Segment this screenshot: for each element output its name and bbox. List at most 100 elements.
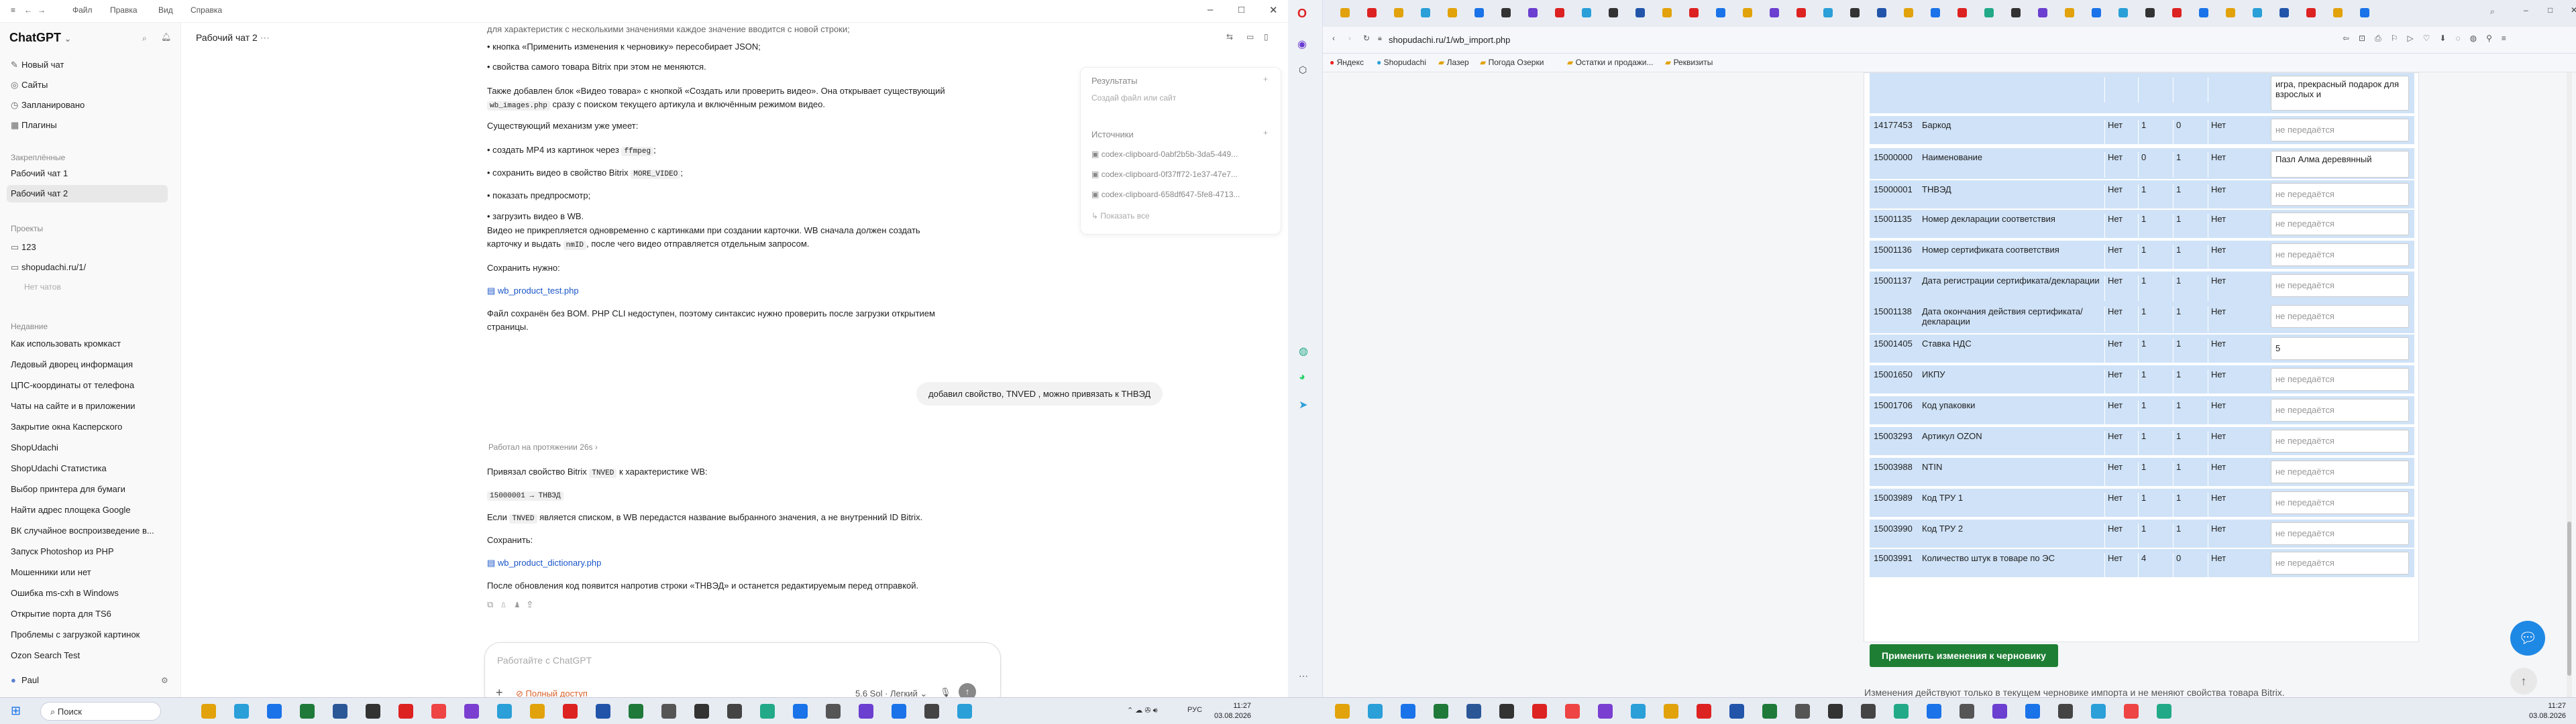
chat-widget-icon[interactable]: 💬︎ <box>2510 621 2545 656</box>
recent-chat-item[interactable]: Как использовать кромкаст <box>7 335 168 353</box>
browser-tab[interactable] <box>1716 8 1725 17</box>
browser-tab[interactable] <box>2145 8 2155 17</box>
taskbar-app-icon[interactable] <box>464 704 479 719</box>
minimize-icon[interactable]: – <box>1208 4 1213 15</box>
copy-icon[interactable]: ⧉ <box>487 599 500 609</box>
share-icon[interactable]: ⇪ <box>527 599 539 609</box>
taskbar-app-icon[interactable] <box>1927 704 1941 719</box>
browser-tab[interactable] <box>2226 8 2235 17</box>
taskbar-app-icon[interactable] <box>1335 704 1350 719</box>
browser-tab[interactable] <box>2092 8 2101 17</box>
forward-icon[interactable]: › <box>1348 34 1351 43</box>
layout-icon[interactable]: ⇆ <box>1226 32 1233 42</box>
scroll-top-icon[interactable]: ↑ <box>2510 668 2537 695</box>
browser-tab[interactable] <box>2011 8 2021 17</box>
taskbar-app-icon[interactable] <box>1992 704 2007 719</box>
mic-icon[interactable]: 🎙︎ <box>940 687 951 698</box>
menu-icon[interactable]: ≡ <box>11 5 15 15</box>
recent-chat-item[interactable]: Мошенники или нет <box>7 564 168 581</box>
taskbar-app-icon[interactable] <box>234 704 249 719</box>
taskbar-app-icon[interactable] <box>563 704 578 719</box>
scrollbar[interactable] <box>2567 72 2572 697</box>
value-field[interactable]: не передаётся <box>2271 522 2409 545</box>
value-field[interactable]: не передаётся <box>2271 368 2409 391</box>
taskbar-app-icon[interactable] <box>1861 704 1876 719</box>
whatsapp-icon[interactable]: ◕ <box>1299 371 1305 383</box>
taskbar-app-icon[interactable] <box>366 704 380 719</box>
taskbar-app-icon[interactable] <box>2157 704 2171 719</box>
taskbar-app-icon[interactable] <box>892 704 906 719</box>
clock[interactable]: 11:27 03.08.2026 <box>2529 701 2566 721</box>
browser-tab[interactable] <box>1957 8 1967 17</box>
browser-tab[interactable] <box>2118 8 2128 17</box>
taskbar-app-icon[interactable] <box>1631 704 1646 719</box>
sidebar-item-scheduled[interactable]: ◷ Запланировано <box>7 97 168 114</box>
browser-tab[interactable] <box>1796 8 1806 17</box>
value-field[interactable]: не передаётся <box>2271 552 2409 575</box>
minimize-icon[interactable]: – <box>2524 5 2528 15</box>
taskbar-app-icon[interactable] <box>1466 704 1481 719</box>
value-field[interactable]: не передаётся <box>2271 461 2409 483</box>
sidebar-item-plugins[interactable]: ▦ Плагины <box>7 117 168 134</box>
recent-chat-item[interactable]: ВК случайное воспроизведение в... <box>7 522 168 540</box>
toolbar-icons[interactable]: ⇦⊡⎙⚐▷♡⬇◌◍⚲≡ <box>2343 34 2516 44</box>
browser-tab[interactable] <box>1501 8 1511 17</box>
language-indicator[interactable]: РУС <box>1187 706 1202 714</box>
taskbar-app-icon[interactable] <box>1434 704 1448 719</box>
panel-icon[interactable]: ▭ <box>1246 32 1254 42</box>
recent-chat-item[interactable]: Выбор принтера для бумаги <box>7 481 168 498</box>
taskbar-app-icon[interactable] <box>793 704 808 719</box>
recent-chat-item[interactable]: Проблемы с загрузкой картинок <box>7 626 168 644</box>
value-field[interactable]: 5 <box>2271 337 2409 360</box>
clock[interactable]: 11:27 03.08.2026 <box>1214 701 1251 721</box>
browser-tab[interactable] <box>1877 8 1886 17</box>
scrollbar-thumb[interactable] <box>2567 522 2571 676</box>
browser-tab[interactable] <box>2306 8 2316 17</box>
browser-tab[interactable] <box>2253 8 2262 17</box>
recent-chat-item[interactable]: ShopUdachi <box>7 439 168 457</box>
taskbar-app-icon[interactable] <box>1894 704 1909 719</box>
taskbar-app-icon[interactable] <box>431 704 446 719</box>
value-field[interactable]: не передаётся <box>2271 274 2409 297</box>
browser-tab[interactable] <box>1635 8 1645 17</box>
browser-tab[interactable] <box>1662 8 1672 17</box>
browser-tab[interactable] <box>2279 8 2289 17</box>
search-icon[interactable]: ⌕ <box>142 34 147 44</box>
show-all-link[interactable]: ↳ Показать все <box>1091 211 1273 221</box>
value-field[interactable]: не передаётся <box>2271 430 2409 452</box>
opera-logo-icon[interactable]: O <box>1297 7 1307 21</box>
browser-tab[interactable] <box>1394 8 1403 17</box>
browser-tab[interactable] <box>2038 8 2047 17</box>
browser-tab[interactable] <box>2199 8 2208 17</box>
browser-tab[interactable] <box>2172 8 2182 17</box>
source-item[interactable]: ▣ codex-clipboard-0abf2b5b-3da5-449... <box>1091 149 1273 159</box>
browser-tab[interactable] <box>1931 8 1940 17</box>
recent-chat-item[interactable]: Найти адрес площека Google <box>7 501 168 519</box>
menu-edit[interactable]: Правка <box>110 5 138 15</box>
taskbar-app-icon[interactable] <box>398 704 413 719</box>
search-tabs-icon[interactable]: ⌕ <box>2490 7 2495 17</box>
message-input[interactable] <box>497 655 833 666</box>
recent-chat-item[interactable]: Закрытие окна Касперского <box>7 418 168 436</box>
sidebar-item-work-chat-1[interactable]: Рабочий чат 1 <box>7 165 168 182</box>
browser-tab[interactable] <box>1340 8 1350 17</box>
aria-icon[interactable]: ◉ <box>1297 38 1307 51</box>
project-item[interactable]: ▭ 123 <box>7 239 168 256</box>
taskbar-app-icon[interactable] <box>1401 704 1415 719</box>
file-link[interactable]: ▤ wb_product_test.php <box>487 284 990 298</box>
browser-tab[interactable] <box>1904 8 1913 17</box>
value-field[interactable]: не передаётся <box>2271 243 2409 266</box>
browser-tab[interactable] <box>1770 8 1779 17</box>
maximize-icon[interactable]: □ <box>2548 5 2553 15</box>
bookmark-item[interactable]: ● Shopudachi <box>1377 58 1426 67</box>
bookmark-item[interactable]: ● Яндекс <box>1330 58 1364 67</box>
taskbar-app-icon[interactable] <box>300 704 315 719</box>
taskbar-app-icon[interactable] <box>1828 704 1843 719</box>
project-item[interactable]: ▭ shopudachi.ru/1/ <box>7 259 168 276</box>
browser-tab[interactable] <box>1689 8 1699 17</box>
recent-chat-item[interactable]: Ледовый дворец информация <box>7 356 168 373</box>
telegram-icon[interactable]: ➤ <box>1299 398 1307 412</box>
taskbar-app-icon[interactable] <box>267 704 282 719</box>
value-field[interactable]: не передаётся <box>2271 399 2409 422</box>
taskbar-app-icon[interactable] <box>727 704 742 719</box>
